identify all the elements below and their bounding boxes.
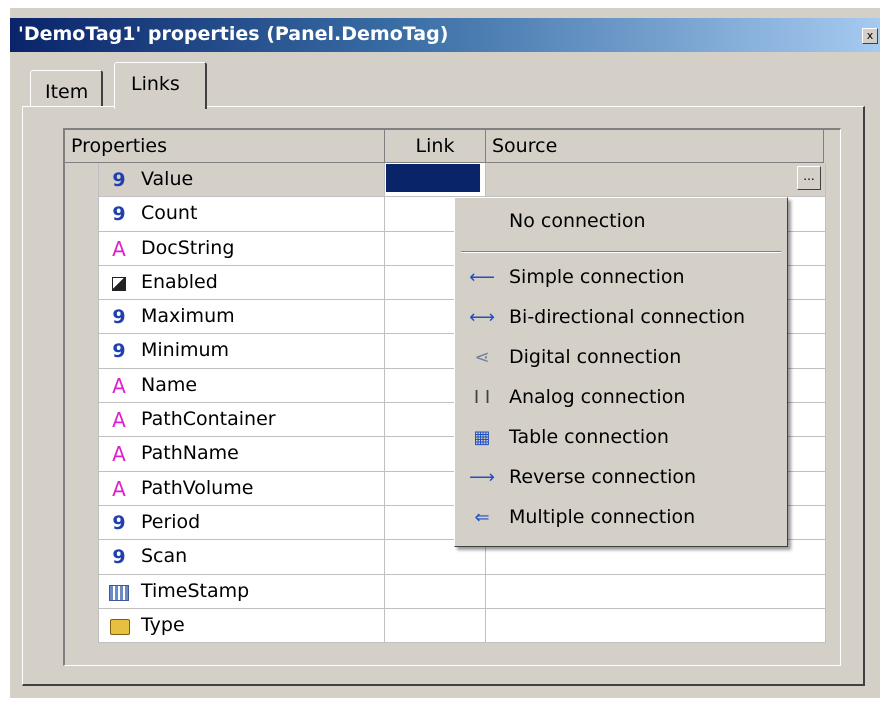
string-icon: A — [112, 408, 126, 433]
menu-item-label: Bi-directional connection — [509, 306, 746, 328]
menu-item-label: Multiple connection — [509, 506, 696, 528]
property-name-cell[interactable]: A PathVolume — [98, 471, 385, 506]
property-name-cell[interactable]: A Name — [98, 368, 385, 404]
link-cell[interactable] — [385, 608, 486, 644]
menu-item-bi-directional-connection[interactable]: ⟷ Bi-directional connection — [455, 302, 787, 334]
string-icon: A — [112, 373, 126, 398]
number-icon: 9 — [112, 511, 126, 534]
menu-item-label: Analog connection — [509, 386, 686, 408]
property-name-cell[interactable]: 9 Minimum — [98, 334, 385, 369]
property-name-cell[interactable]: Enabled — [98, 265, 385, 301]
number-icon: 9 — [112, 203, 126, 226]
link-cell[interactable] — [385, 163, 486, 198]
close-button[interactable]: x — [862, 28, 878, 44]
header-source[interactable]: Source — [486, 130, 824, 163]
menu-item-no-connection[interactable]: No connection — [455, 206, 787, 238]
browse-button[interactable]: ... — [797, 166, 821, 190]
property-name: PathVolume — [141, 476, 254, 499]
link-cell-selection[interactable] — [386, 164, 480, 192]
property-name-cell[interactable]: 9 Scan — [98, 540, 385, 575]
property-name-cell[interactable]: 9 Value — [98, 163, 385, 198]
property-name-cell[interactable]: A PathName — [98, 437, 385, 472]
tab-item-label: Item — [45, 81, 89, 103]
property-name: TimeStamp — [141, 579, 250, 602]
property-name: Count — [141, 202, 198, 225]
property-name-cell[interactable]: A DocString — [98, 231, 385, 266]
table-icon: ▦ — [473, 427, 491, 448]
source-cell[interactable] — [486, 608, 826, 644]
header-properties[interactable]: Properties — [65, 130, 385, 163]
number-icon: 9 — [112, 546, 126, 569]
timestamp-icon — [109, 581, 129, 603]
menu-item-digital-connection[interactable]: ⋖ Digital connection — [455, 342, 787, 374]
menu-item-label: Digital connection — [509, 346, 682, 368]
link-cell[interactable] — [385, 574, 486, 609]
analog-connection-icon: I I — [473, 387, 491, 408]
header-link[interactable]: Link — [385, 130, 486, 163]
property-name-cell[interactable]: Type — [98, 608, 385, 644]
property-name: DocString — [141, 236, 235, 259]
string-icon: A — [112, 442, 126, 467]
bidirectional-arrow-icon: ⟷ — [469, 307, 495, 328]
multiple-connection-icon: ⇐ — [474, 507, 490, 528]
menu-item-reverse-connection[interactable]: ⟶ Reverse connection — [455, 462, 787, 494]
menu-item-analog-connection[interactable]: I I Analog connection — [455, 382, 787, 414]
property-name-cell[interactable]: 9 Count — [98, 197, 385, 232]
property-name: PathName — [141, 442, 239, 465]
title-bar[interactable]: 'DemoTag1' properties (Panel.DemoTag) x — [10, 18, 880, 52]
property-name: Period — [141, 510, 201, 533]
number-icon: 9 — [112, 306, 126, 329]
menu-item-label: No connection — [509, 210, 646, 232]
connection-context-menu: No connection ⟵ Simple connection ⟷ Bi-dire… — [454, 197, 788, 547]
source-cell[interactable]: ... — [486, 163, 826, 198]
number-icon: 9 — [112, 340, 126, 363]
property-name: Minimum — [141, 339, 230, 362]
property-name: Maximum — [141, 305, 235, 328]
property-name-cell[interactable]: A PathContainer — [98, 403, 385, 438]
menu-item-label: Table connection — [509, 426, 669, 448]
boolean-icon — [109, 272, 129, 294]
tab-links-label: Links — [131, 73, 180, 95]
source-cell[interactable] — [486, 574, 826, 609]
menu-item-table-connection[interactable]: ▦ Table connection — [455, 422, 787, 454]
menu-item-label: Simple connection — [509, 266, 685, 288]
left-arrow-icon: ⟵ — [469, 267, 495, 288]
property-name-cell[interactable]: 9 Maximum — [98, 300, 385, 335]
right-arrow-icon: ⟶ — [469, 467, 495, 488]
property-name: Type — [141, 613, 185, 636]
property-name: Enabled — [141, 270, 218, 293]
number-icon: 9 — [112, 169, 126, 191]
property-name: PathContainer — [141, 408, 276, 431]
property-name-cell[interactable]: TimeStamp — [98, 574, 385, 609]
tab-item[interactable]: Item — [30, 70, 103, 107]
tab-links[interactable]: Links — [114, 62, 207, 109]
window-title: 'DemoTag1' properties (Panel.DemoTag) — [18, 23, 449, 45]
string-icon: A — [112, 476, 126, 501]
type-icon — [109, 615, 130, 637]
menu-separator — [461, 251, 781, 253]
menu-item-simple-connection[interactable]: ⟵ Simple connection — [455, 262, 787, 294]
digital-connection-icon: ⋖ — [474, 347, 490, 368]
property-name-cell[interactable]: 9 Period — [98, 505, 385, 541]
menu-item-label: Reverse connection — [509, 466, 697, 488]
property-name: Scan — [141, 545, 188, 568]
property-name: Name — [141, 373, 198, 396]
string-icon: A — [112, 236, 126, 261]
property-name: Value — [141, 168, 194, 190]
menu-item-multiple-connection[interactable]: ⇐ Multiple connection — [455, 502, 787, 534]
